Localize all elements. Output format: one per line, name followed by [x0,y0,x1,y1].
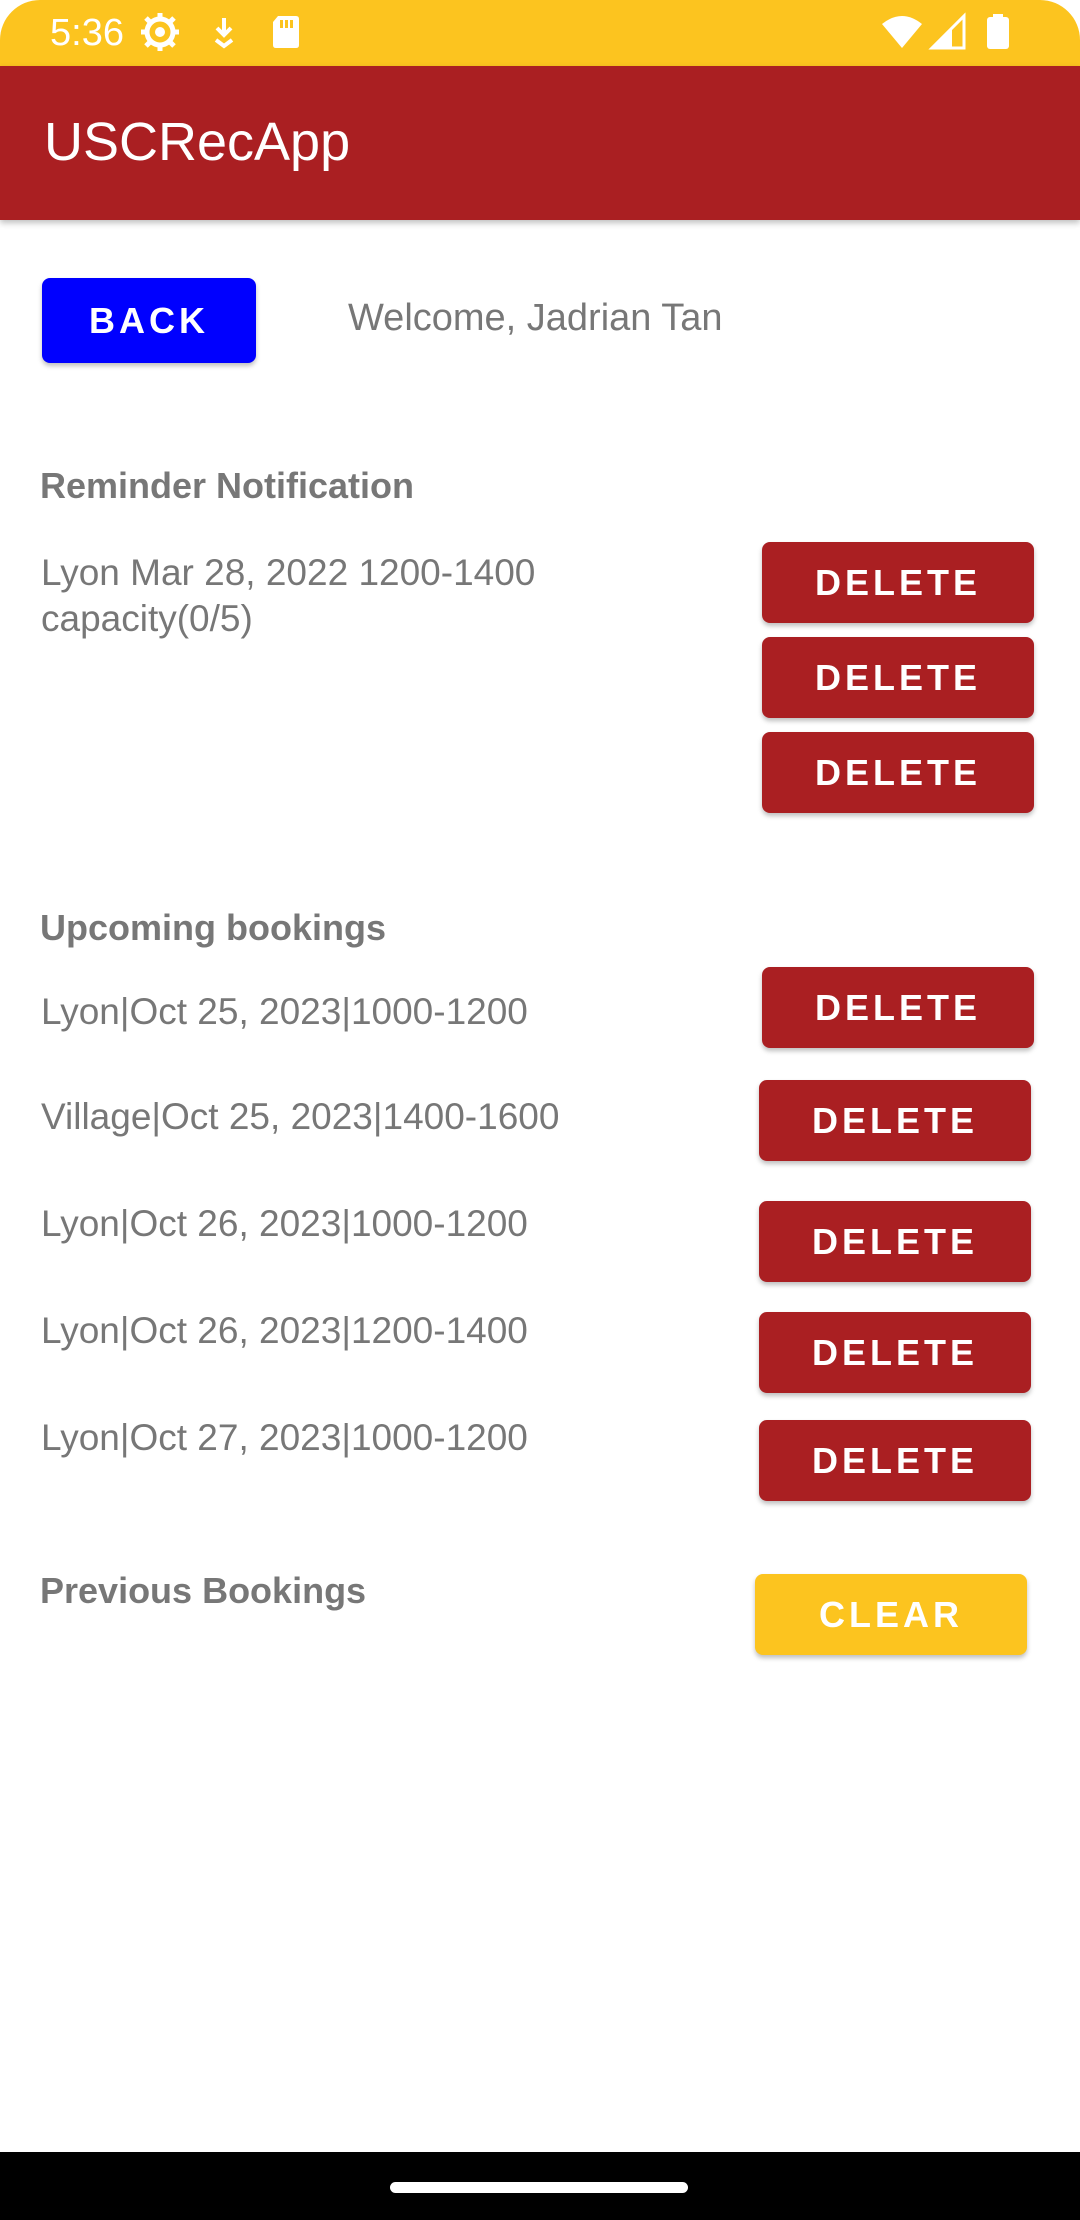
upcoming-booking-label: Lyon|Oct 25, 2023|1000-1200 [41,991,528,1032]
sd-card-icon [266,12,306,52]
status-bar: 5:36 [0,0,1080,66]
upcoming-delete-button[interactable]: DELETE [762,967,1034,1048]
reminder-section-title: Reminder Notification [40,465,415,506]
battery-icon [978,12,1018,52]
signal-icon [928,12,968,52]
reminder-text: Lyon Mar 28, 2022 1200-1400 capacity(0/5… [41,552,536,639]
app-title: USCRecApp [44,112,351,172]
upcoming-delete-button[interactable]: DELETE [759,1420,1031,1501]
app-bar: USCRecApp [0,66,1080,220]
reminder-delete-button[interactable]: DELETE [762,732,1034,813]
upcoming-delete-button[interactable]: DELETE [759,1080,1031,1161]
upcoming-section-title: Upcoming bookings [40,907,386,948]
home-gesture-handle[interactable] [390,2182,688,2193]
reminder-delete-button[interactable]: DELETE [762,637,1034,718]
upcoming-booking-label: Village|Oct 25, 2023|1400-1600 [41,1096,560,1137]
gear-icon [140,12,180,52]
screen: 5:36 USCRecApp BACK Welcome, Jadrian Tan… [0,0,1080,2220]
upcoming-delete-button[interactable]: DELETE [759,1312,1031,1393]
welcome-text: Welcome, Jadrian Tan [348,297,723,339]
reminder-delete-button[interactable]: DELETE [762,542,1034,623]
status-time: 5:36 [50,12,124,54]
previous-section-title: Previous Bookings [40,1570,367,1611]
clear-button[interactable]: CLEAR [755,1574,1027,1655]
wifi-icon [880,12,924,52]
upcoming-delete-button[interactable]: DELETE [759,1201,1031,1282]
download-icon [204,12,244,52]
upcoming-booking-label: Lyon|Oct 26, 2023|1200-1400 [41,1310,528,1351]
back-button[interactable]: BACK [42,278,256,363]
upcoming-booking-label: Lyon|Oct 27, 2023|1000-1200 [41,1417,528,1458]
upcoming-booking-label: Lyon|Oct 26, 2023|1000-1200 [41,1203,528,1244]
